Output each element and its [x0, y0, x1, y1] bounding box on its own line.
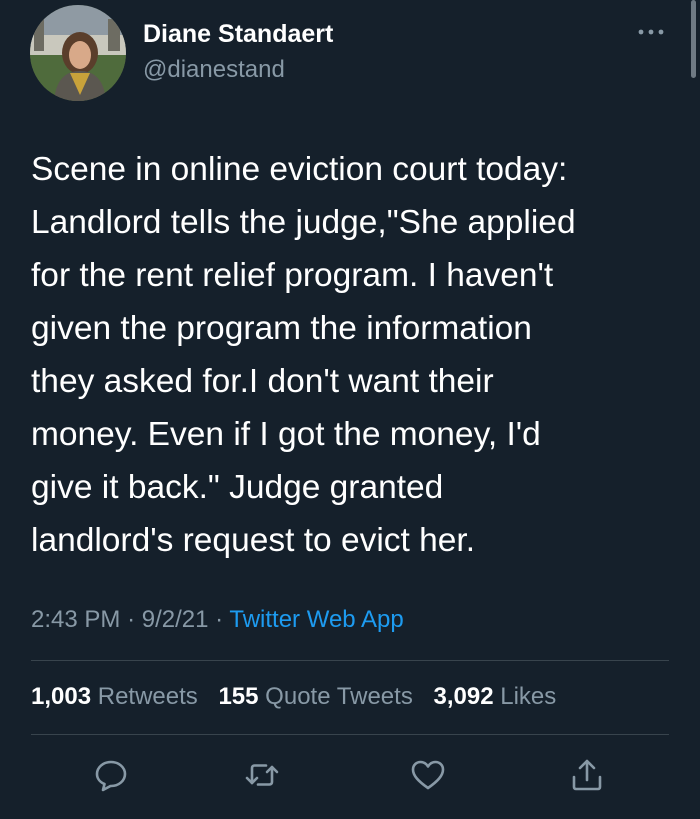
likes-count: 3,092 — [433, 683, 494, 710]
quote-tweets-label: Quote Tweets — [265, 683, 413, 710]
reply-icon[interactable] — [93, 757, 129, 793]
avatar-photo — [30, 5, 126, 101]
retweets-label: Retweets — [97, 683, 198, 710]
retweet-icon[interactable] — [244, 757, 280, 793]
retweets-stat[interactable]: 1,003 Retweets — [31, 683, 198, 710]
author-handle[interactable]: @dianestand — [143, 56, 285, 84]
likes-label: Likes — [500, 683, 557, 710]
more-horizontal-icon[interactable] — [636, 22, 666, 42]
tweet-meta: 2:43 PM · 9/2/21 · Twitter Web App — [31, 606, 404, 634]
quote-tweets-stat[interactable]: 155 Quote Tweets — [218, 683, 412, 710]
tweet-stats: 1,003 Retweets 155 Quote Tweets 3,092 Li… — [31, 683, 556, 711]
divider — [31, 734, 669, 735]
divider — [31, 660, 669, 661]
likes-stat[interactable]: 3,092 Likes — [434, 683, 557, 710]
quote-tweets-count: 155 — [218, 683, 259, 710]
author-avatar[interactable] — [30, 5, 126, 101]
meta-separator: · — [215, 606, 224, 633]
retweets-count: 1,003 — [31, 683, 92, 710]
share-icon[interactable] — [569, 757, 605, 793]
author-name[interactable]: Diane Standaert — [143, 20, 333, 49]
tweet-source-link[interactable]: Twitter Web App — [229, 606, 403, 633]
tweet-date[interactable]: 9/2/21 — [142, 606, 209, 633]
scrollbar[interactable] — [691, 0, 696, 78]
tweet-text: Scene in online eviction court today: La… — [31, 151, 576, 559]
heart-icon[interactable] — [410, 757, 446, 793]
meta-separator: · — [127, 606, 136, 633]
tweet-time[interactable]: 2:43 PM — [31, 606, 120, 633]
